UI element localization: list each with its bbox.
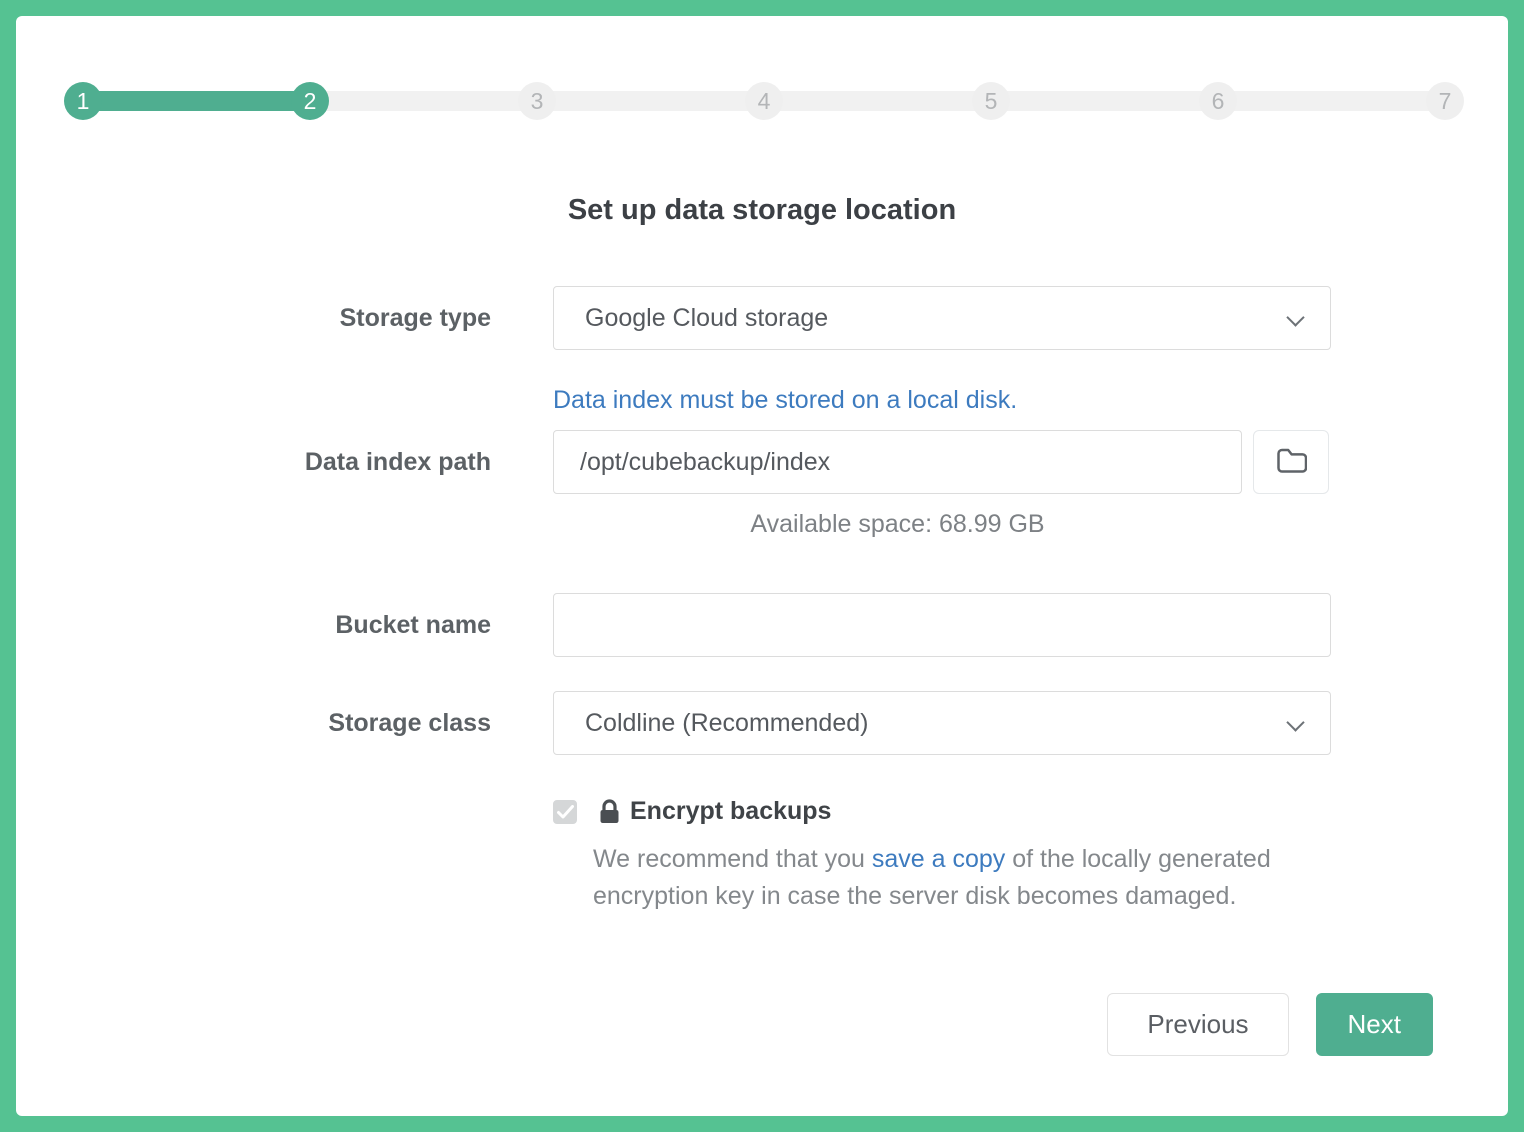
step-2: 2 [291,82,329,120]
step-4: 4 [745,82,783,120]
storage-type-value: Google Cloud storage [585,304,828,333]
chevron-down-icon [1286,713,1304,731]
storage-type-row: Storage type Google Cloud storage [16,286,1508,350]
setup-wizard-card: 1 2 3 4 5 6 7 Set up data storage location Sto… [16,16,1508,1116]
check-icon [557,805,574,819]
bucket-name-input[interactable] [553,593,1331,657]
stepper-connector [1006,91,1203,111]
stepper-connector [325,91,522,111]
step-5: 5 [972,82,1010,120]
available-space-row: Available space: 68.99 GB [16,510,1508,539]
storage-type-label: Storage type [16,304,491,333]
stepper-connector [552,91,749,111]
save-a-copy-link[interactable]: save a copy [872,845,1005,873]
stepper-connector [779,91,976,111]
data-index-label: Data index path [16,448,491,477]
storage-class-select[interactable]: Coldline (Recommended) [553,691,1331,755]
folder-icon [1276,447,1307,477]
bucket-name-label: Bucket name [16,611,491,640]
storage-type-select[interactable]: Google Cloud storage [553,286,1331,350]
encrypt-description-row: We recommend that you save a copy of the… [16,841,1508,915]
encrypt-row: Encrypt backups [16,797,1508,826]
encrypt-description: We recommend that you save a copy of the… [553,841,1331,915]
chevron-down-icon [1286,308,1304,326]
encrypt-label: Encrypt backups [630,797,831,826]
step-3: 3 [518,82,556,120]
storage-class-label: Storage class [16,709,491,738]
stepper-connector [98,91,295,111]
available-space-text: Available space: 68.99 GB [553,510,1242,539]
wizard-footer: Previous Next [16,993,1508,1056]
stepper-connector [1233,91,1430,111]
storage-class-row: Storage class Coldline (Recommended) [16,691,1508,755]
storage-class-value: Coldline (Recommended) [585,709,868,738]
previous-button[interactable]: Previous [1107,993,1288,1056]
stepper: 1 2 3 4 5 6 7 [64,82,1464,120]
encrypt-checkbox[interactable] [553,800,577,824]
step-7: 7 [1426,82,1464,120]
browse-folder-button[interactable] [1253,430,1329,494]
step-6: 6 [1199,82,1237,120]
lock-icon [598,798,621,825]
data-index-note: Data index must be stored on a local dis… [553,386,1331,415]
bucket-name-row: Bucket name [16,593,1508,657]
step-1: 1 [64,82,102,120]
storage-form: Storage type Google Cloud storage Data i… [16,286,1508,915]
data-index-row: Data index path [16,430,1508,494]
next-button[interactable]: Next [1316,993,1433,1056]
data-index-path-input[interactable] [553,430,1242,494]
data-index-note-row: Data index must be stored on a local dis… [16,386,1508,415]
page-title: Set up data storage location [16,190,1508,230]
